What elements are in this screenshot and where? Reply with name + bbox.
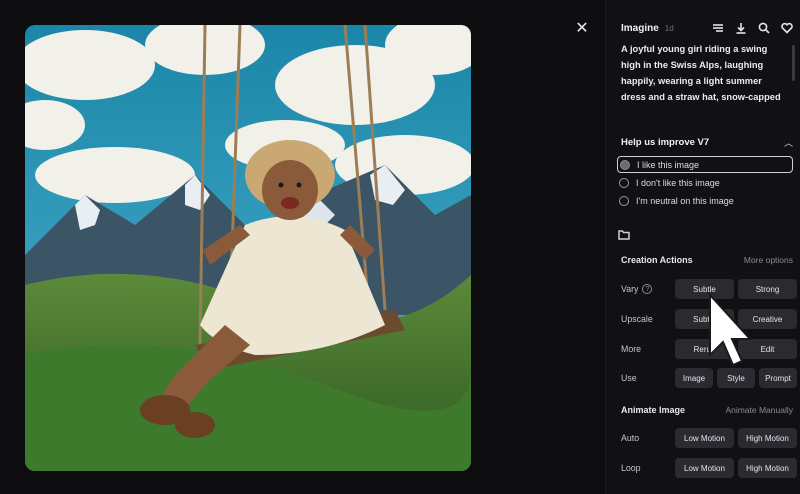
radio-like[interactable] — [620, 159, 630, 170]
radio-dislike[interactable] — [619, 177, 629, 188]
chevron-up-icon[interactable]: ︿ — [784, 136, 793, 149]
vary-row: Vary ? Subtle Strong — [621, 279, 797, 299]
image-illustration — [25, 25, 471, 471]
auto-label: Auto — [621, 433, 640, 443]
header-actions — [711, 22, 793, 35]
generated-image[interactable] — [25, 25, 471, 471]
feedback-like[interactable]: I like this image — [617, 156, 793, 173]
animate-manually-link[interactable]: Animate Manually — [725, 405, 793, 415]
vary-buttons: Subtle Strong — [675, 279, 797, 299]
loop-label: Loop — [621, 463, 641, 473]
auto-low-motion-button[interactable]: Low Motion — [675, 428, 734, 448]
upscale-creative-button[interactable]: Creative — [738, 309, 797, 329]
feedback-neutral-label: I'm neutral on this image — [636, 195, 734, 206]
prompt-scrollbar[interactable] — [792, 45, 795, 81]
feedback-dislike[interactable]: I don't like this image — [617, 174, 793, 191]
use-style-button[interactable]: Style — [717, 368, 755, 388]
help-icon[interactable]: ? — [642, 284, 653, 294]
vary-strong-button[interactable]: Strong — [738, 279, 797, 299]
feedback-like-label: I like this image — [637, 159, 700, 170]
upscale-row: Upscale Subtle Creative — [621, 309, 797, 329]
use-label: Use — [621, 373, 637, 383]
upscale-label: Upscale — [621, 314, 653, 324]
radio-neutral[interactable] — [619, 195, 629, 206]
more-buttons: Rerun Edit — [675, 339, 797, 359]
loop-buttons: Low Motion High Motion — [675, 458, 797, 478]
close-icon: ✕ — [575, 20, 589, 37]
feedback-dislike-label: I don't like this image — [636, 177, 720, 188]
feedback-neutral[interactable]: I'm neutral on this image — [617, 192, 793, 209]
use-row: Use Image Style Prompt — [621, 368, 797, 388]
improve-title: Help us improve V7 — [621, 137, 710, 148]
menu-icon[interactable] — [711, 22, 724, 35]
close-button[interactable]: ✕ — [572, 18, 592, 38]
loop-row: Loop Low Motion High Motion — [621, 458, 797, 478]
creation-actions-header: Creation Actions More options — [621, 255, 793, 265]
more-options-link[interactable]: More options — [744, 255, 793, 265]
upscale-subtle-button[interactable]: Subtle — [675, 309, 734, 329]
edit-button[interactable]: Edit — [738, 339, 797, 359]
loop-low-motion-button[interactable]: Low Motion — [675, 458, 734, 478]
auto-row: Auto Low Motion High Motion — [621, 428, 797, 448]
auto-buttons: Low Motion High Motion — [675, 428, 797, 448]
panel-header: Imagine 1d — [621, 20, 793, 36]
image-stage: ✕ — [0, 0, 605, 494]
download-icon[interactable] — [734, 22, 747, 35]
feedback-options: I like this image I don't like this imag… — [617, 156, 793, 210]
use-prompt-button[interactable]: Prompt — [759, 368, 797, 388]
heart-icon[interactable] — [780, 22, 793, 35]
folder-icon[interactable] — [618, 227, 632, 240]
loop-high-motion-button[interactable]: High Motion — [738, 458, 797, 478]
rerun-button[interactable]: Rerun — [675, 339, 734, 359]
vary-label: Vary ? — [621, 284, 669, 294]
upscale-buttons: Subtle Creative — [675, 309, 797, 329]
auto-high-motion-button[interactable]: High Motion — [738, 428, 797, 448]
more-label: More — [621, 344, 642, 354]
panel-title: Imagine — [621, 22, 659, 34]
image-age: 1d — [664, 23, 674, 33]
vary-label-text: Vary — [621, 284, 639, 294]
animate-image-header: Animate Image Animate Manually — [621, 405, 793, 415]
more-row: More Rerun Edit — [621, 339, 797, 359]
search-icon[interactable] — [757, 22, 770, 35]
vary-subtle-button[interactable]: Subtle — [675, 279, 734, 299]
creation-actions-title: Creation Actions — [621, 255, 693, 265]
use-buttons: Image Style Prompt — [675, 368, 797, 388]
animate-image-title: Animate Image — [621, 405, 686, 415]
use-image-button[interactable]: Image — [675, 368, 713, 388]
prompt-text: A joyful young girl riding a swing high … — [621, 44, 781, 102]
improve-header[interactable]: Help us improve V7 ︿ — [621, 136, 793, 149]
